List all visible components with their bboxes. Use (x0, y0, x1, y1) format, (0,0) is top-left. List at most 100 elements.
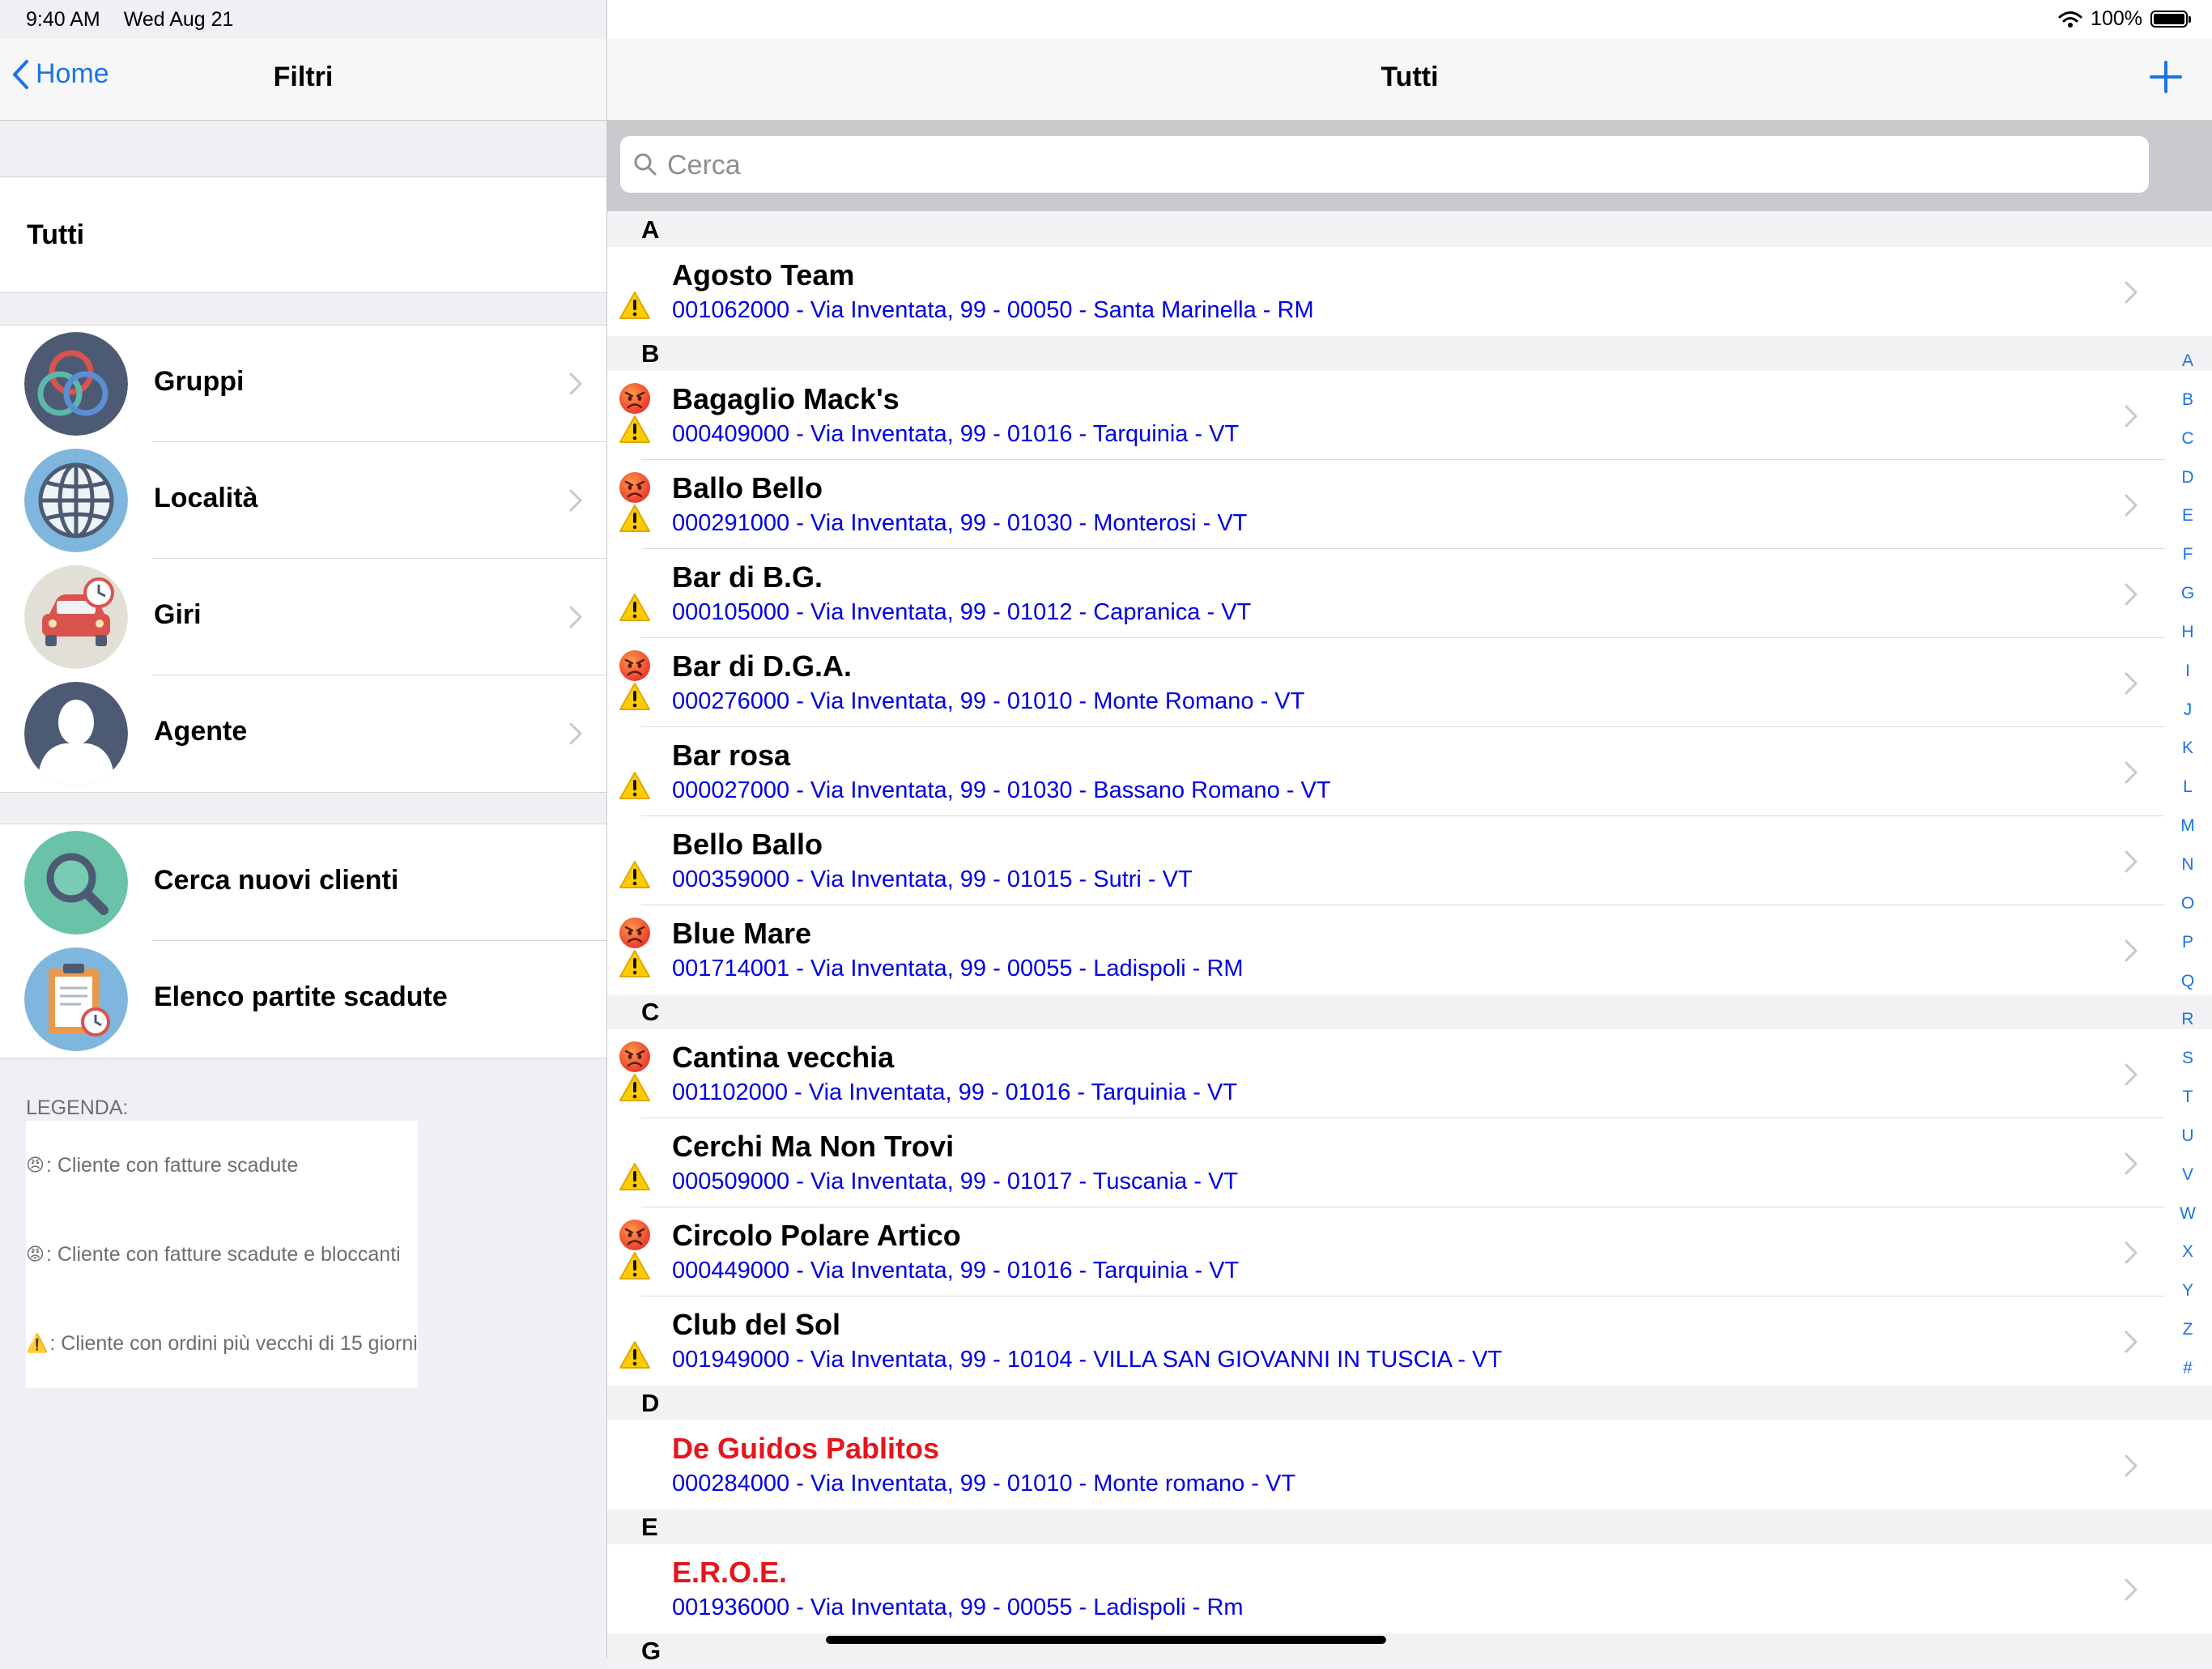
client-row[interactable]: Circolo Polare Artico 000449000 - Via Inv… (607, 1207, 2212, 1296)
status-right: 100% (2058, 7, 2191, 31)
section-index[interactable]: A B C D E F G H I J K L M N O P Q R S T U V W X Y Z # (2168, 352, 2207, 1399)
index-letter[interactable]: B (2168, 390, 2207, 430)
index-letter[interactable]: J (2168, 700, 2207, 740)
warning-icon (619, 291, 651, 324)
index-letter[interactable]: R (2168, 1011, 2207, 1050)
client-address: 001062000 - Via Inventata, 99 - 00050 - … (672, 297, 1314, 323)
client-address: 000276000 - Via Inventata, 99 - 01010 - … (672, 688, 1305, 714)
index-letter[interactable]: V (2168, 1165, 2207, 1205)
index-letter[interactable]: Z (2168, 1321, 2207, 1360)
chevron-right-icon (569, 606, 582, 628)
filter-row-agent[interactable]: Agente (0, 675, 606, 792)
tools-list: Cerca nuovi clienti Elenco partite scadu… (0, 824, 606, 1058)
index-letter[interactable]: H (2168, 623, 2207, 662)
client-address: 000105000 - Via Inventata, 99 - 01012 - … (672, 599, 1252, 625)
section-header: B (607, 336, 2212, 371)
client-name: De Guidos Pablitos (672, 1432, 940, 1465)
tool-row-overdue-list[interactable]: Elenco partite scadute (0, 941, 606, 1058)
client-row[interactable]: Blue Mare 001714001 - Via Inventata, 99 -… (607, 905, 2212, 994)
legend-text: : Cliente con ordini più vecchi di 15 gi… (49, 1332, 418, 1355)
filter-list: Gruppi Località Giri Agente (0, 325, 606, 793)
warning-icon: ⚠️ (26, 1333, 49, 1353)
filter-row-location[interactable]: Località (0, 442, 606, 559)
index-letter[interactable]: D (2168, 468, 2207, 508)
search-field[interactable] (620, 136, 2149, 193)
car-clock-icon (24, 565, 128, 669)
tool-row-search-clients[interactable]: Cerca nuovi clienti (0, 824, 606, 941)
client-name: Bar di B.G. (672, 560, 823, 594)
angry-face-icon (619, 1041, 651, 1077)
client-name: Club del Sol (672, 1308, 841, 1341)
angry-face-icon (619, 1219, 651, 1255)
index-letter[interactable]: U (2168, 1126, 2207, 1166)
client-address: 000291000 - Via Inventata, 99 - 01030 - … (672, 510, 1248, 536)
chevron-right-icon (2125, 405, 2138, 432)
index-letter[interactable]: Q (2168, 972, 2207, 1011)
index-letter[interactable]: G (2168, 585, 2207, 624)
index-letter[interactable]: M (2168, 817, 2207, 856)
index-letter[interactable]: L (2168, 778, 2207, 817)
warning-icon (619, 415, 651, 448)
angry-face-icon (619, 917, 651, 953)
client-name: Blue Mare (672, 917, 812, 950)
client-row[interactable]: Cantina vecchia 001102000 - Via Inventata… (607, 1029, 2212, 1118)
client-row[interactable]: Cerchi Ma Non Trovi 000509000 - Via Inven… (607, 1118, 2212, 1207)
client-row[interactable]: Club del Sol 001949000 - Via Inventata, 9… (607, 1296, 2212, 1386)
tool-label: Cerca nuovi clienti (154, 865, 399, 896)
client-row[interactable]: Bagaglio Mack's 000409000 - Via Inventata… (607, 371, 2212, 460)
search-icon (634, 153, 657, 176)
home-indicator[interactable] (826, 1636, 1386, 1644)
index-letter[interactable]: C (2168, 429, 2207, 469)
clipboard-icon (24, 947, 128, 1051)
client-name: Cantina vecchia (672, 1041, 895, 1074)
index-letter[interactable]: K (2168, 739, 2207, 778)
filter-label: Gruppi (154, 366, 245, 397)
index-letter[interactable]: E (2168, 507, 2207, 546)
index-letter[interactable]: S (2168, 1050, 2207, 1088)
clients-pane: Tutti A Agosto Team 001062000 - Via Invent… (607, 0, 2212, 1668)
search-input[interactable] (666, 147, 2126, 183)
filter-row-groups[interactable]: Gruppi (0, 326, 606, 442)
index-letter[interactable]: Y (2168, 1282, 2207, 1321)
client-row[interactable]: Bar rosa 000027000 - Via Inventata, 99 - … (607, 727, 2212, 816)
section-header: A (607, 212, 2212, 247)
index-letter[interactable]: T (2168, 1088, 2207, 1127)
battery-percent: 100% (2091, 7, 2142, 30)
client-row[interactable]: Agosto Team 001062000 - Via Inventata, 99… (607, 247, 2212, 336)
filter-label: Località (154, 483, 258, 513)
index-letter[interactable]: N (2168, 856, 2207, 895)
clients-nav-bar: Tutti (607, 39, 2212, 121)
client-row[interactable]: Bello Ballo 000359000 - Via Inventata, 99… (607, 816, 2212, 905)
filter-row-routes[interactable]: Giri (0, 559, 606, 675)
client-row[interactable]: E.R.O.E. 001936000 - Via Inventata, 99 - … (607, 1544, 2212, 1633)
status-date: Wed Aug 21 (123, 8, 234, 31)
index-letter[interactable]: P (2168, 933, 2207, 973)
angry-face-icon (619, 382, 651, 419)
client-address: 000409000 - Via Inventata, 99 - 01016 - … (672, 421, 1240, 447)
index-letter[interactable]: X (2168, 1243, 2207, 1282)
client-row[interactable]: De Guidos Pablitos 000284000 - Via Invent… (607, 1420, 2212, 1509)
index-letter[interactable]: A (2168, 352, 2207, 391)
angry-face-icon: 😠 (26, 1155, 45, 1175)
client-row[interactable]: Bar di D.G.A. 000276000 - Via Inventata, … (607, 638, 2212, 727)
filters-pane: Home Filtri Tutti Gruppi Località Giri A… (0, 0, 607, 1658)
add-icon[interactable] (2149, 60, 2183, 94)
index-letter[interactable]: F (2168, 546, 2207, 585)
index-letter[interactable]: # (2168, 1359, 2207, 1399)
angry-face-icon (619, 471, 651, 508)
clients-title: Tutti (1380, 62, 1439, 92)
filter-all-row[interactable]: Tutti (0, 177, 606, 293)
index-letter[interactable]: O (2168, 894, 2207, 934)
index-letter[interactable]: W (2168, 1204, 2207, 1244)
client-row[interactable]: Ballo Bello 000291000 - Via Inventata, 99… (607, 460, 2212, 549)
legend-item: 😠 : Cliente con fatture scadute (26, 1121, 418, 1210)
filter-label: Agente (154, 716, 248, 747)
section-header: D (607, 1386, 2212, 1420)
magnifier-icon (24, 831, 128, 935)
index-letter[interactable]: I (2168, 662, 2207, 701)
warning-icon (619, 949, 651, 982)
warning-icon (619, 1340, 651, 1373)
chevron-right-icon (2125, 1578, 2138, 1605)
globe-icon (24, 449, 128, 552)
client-row[interactable]: Bar di B.G. 000105000 - Via Inventata, 99… (607, 549, 2212, 638)
